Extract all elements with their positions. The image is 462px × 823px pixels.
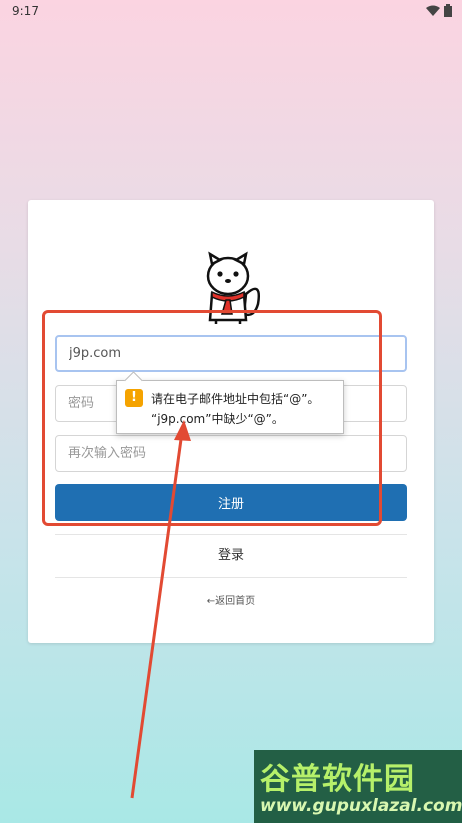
battery-icon bbox=[444, 4, 452, 17]
tooltip-message-line2: “j9p.com”中缺少“@”。 bbox=[151, 412, 284, 426]
login-link[interactable]: 登录 bbox=[55, 544, 407, 563]
watermark-logo: 谷普软件园 www.gupuxlazal.com bbox=[254, 750, 462, 823]
status-bar: 9:17 bbox=[0, 0, 462, 22]
divider bbox=[55, 577, 407, 578]
back-home-link[interactable]: ←返回首页 bbox=[55, 592, 407, 607]
watermark-url: www.gupuxlazal.com bbox=[260, 796, 462, 816]
tooltip-message-line1: 请在电子邮件地址中包括“@”。 bbox=[151, 392, 320, 406]
watermark-brand: 谷普软件园 bbox=[260, 762, 415, 797]
divider bbox=[55, 534, 407, 535]
warning-icon: ! bbox=[125, 389, 143, 407]
wifi-icon bbox=[426, 5, 440, 16]
status-icons bbox=[426, 4, 452, 17]
status-time: 9:17 bbox=[12, 4, 39, 18]
validation-tooltip: ! 请在电子邮件地址中包括“@”。 “j9p.com”中缺少“@”。 bbox=[116, 371, 344, 434]
